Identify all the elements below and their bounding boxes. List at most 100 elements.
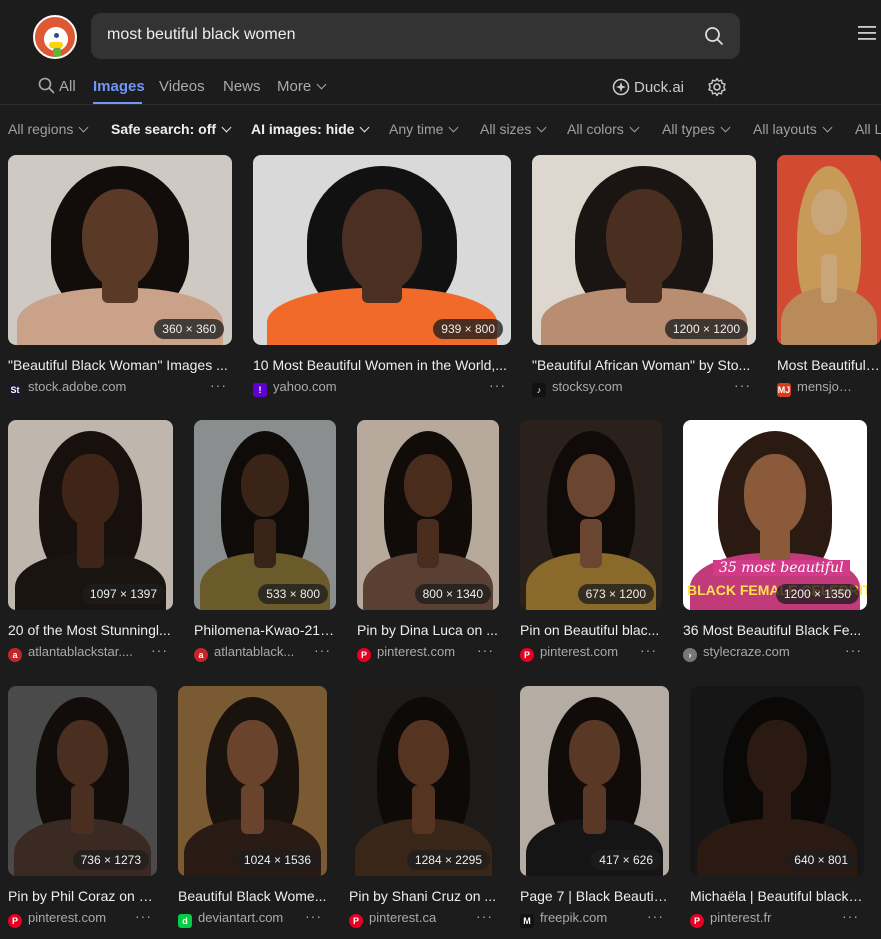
result-title[interactable]: Michaëla | Beautiful black ...	[690, 888, 864, 904]
result-thumbnail[interactable]: 673 × 1200	[520, 420, 662, 610]
result-title[interactable]: 36 Most Beautiful Black Fe...	[683, 622, 867, 638]
result-title[interactable]: "Beautiful Black Woman" Images ...	[8, 357, 232, 373]
result-title[interactable]: Pin on Beautiful blac...	[520, 622, 662, 638]
source-domain: pinterest.com	[540, 644, 619, 659]
image-result-tile[interactable]: 1200 × 1200 "Beautiful African Woman" by …	[532, 155, 756, 401]
image-result-tile[interactable]: Most Beautiful W MJ mensjournal.c	[777, 155, 881, 401]
result-thumbnail[interactable]: 939 × 800	[253, 155, 511, 345]
result-source[interactable]: Ppinterest.ca	[349, 910, 472, 928]
hamburger-menu-icon[interactable]	[858, 26, 876, 40]
result-source[interactable]: ! yahoo.com	[253, 379, 485, 397]
image-result-tile[interactable]: 533 × 800 Philomena-Kwao-21.j... a atlantab…	[194, 420, 336, 666]
portrait-face	[240, 454, 290, 517]
result-source[interactable]: › stylecraze.com	[683, 644, 841, 662]
result-source[interactable]: a atlantablackstar....	[8, 644, 147, 662]
result-title[interactable]: Beautiful Black Wome...	[178, 888, 327, 904]
tab-all[interactable]: All	[59, 78, 76, 95]
filter-time[interactable]: Any time	[389, 121, 459, 137]
result-title[interactable]: Philomena-Kwao-21.j...	[194, 622, 336, 638]
result-thumbnail[interactable]: 1024 × 1536	[178, 686, 327, 876]
image-result-tile[interactable]: 736 × 1273 Pin by Phil Coraz on B... Ppint…	[8, 686, 157, 932]
result-source[interactable]: Ppinterest.fr	[690, 910, 838, 928]
more-options-icon[interactable]: ···	[640, 642, 657, 658]
filter-color[interactable]: All colors	[567, 121, 640, 137]
result-thumbnail[interactable]: 736 × 1273	[8, 686, 157, 876]
filter-size[interactable]: All sizes	[480, 121, 547, 137]
result-title[interactable]: Pin by Phil Coraz on B...	[8, 888, 157, 904]
image-dimensions-badge: 1284 × 2295	[406, 850, 490, 870]
more-options-icon[interactable]: ···	[647, 908, 664, 924]
tab-more[interactable]: More	[277, 78, 327, 95]
result-title[interactable]: 10 Most Beautiful Women in the World,...	[253, 357, 511, 373]
result-title[interactable]: Page 7 | Black Beautif...	[520, 888, 669, 904]
more-options-icon[interactable]: ···	[135, 908, 152, 924]
search-bar[interactable]: most beutiful black women	[91, 13, 740, 59]
more-options-icon[interactable]: ···	[314, 642, 331, 658]
portrait-neck	[582, 784, 607, 835]
more-options-icon[interactable]: ···	[210, 377, 227, 393]
site-favicon-icon: P	[690, 914, 704, 928]
result-thumbnail[interactable]: 800 × 1340	[357, 420, 499, 610]
result-source[interactable]: Ppinterest.com	[357, 644, 473, 662]
image-result-tile[interactable]: 1097 × 1397 20 of the Most Stunningl... a a…	[8, 420, 173, 666]
image-result-tile[interactable]: 1024 × 1536 Beautiful Black Wome... d devia…	[178, 686, 327, 932]
portrait-face	[605, 189, 683, 289]
result-title[interactable]: Pin by Shani Cruz on ...	[349, 888, 498, 904]
result-source[interactable]: Ppinterest.com	[8, 910, 131, 928]
duckai-button[interactable]: Duck.ai	[612, 78, 684, 96]
filter-type[interactable]: All types	[662, 121, 731, 137]
image-result-tile[interactable]: 673 × 1200 Pin on Beautiful blac... Ppinte…	[520, 420, 662, 666]
image-result-tile[interactable]: 35 most beautifulBLACK FEMALE CELEBRITIE…	[683, 420, 867, 666]
image-dimensions-badge: 939 × 800	[433, 319, 503, 339]
filter-license[interactable]: All L	[855, 121, 881, 137]
image-result-tile[interactable]: 360 × 360 "Beautiful Black Woman" Images …	[8, 155, 232, 401]
result-thumbnail[interactable]: 35 most beautifulBLACK FEMALE CELEBRITIE…	[683, 420, 867, 610]
tab-videos[interactable]: Videos	[159, 78, 205, 95]
more-options-icon[interactable]: ···	[476, 908, 493, 924]
more-options-icon[interactable]: ···	[305, 908, 322, 924]
filter-size-label: All sizes	[480, 121, 532, 137]
more-options-icon[interactable]: ···	[477, 642, 494, 658]
result-title[interactable]: "Beautiful African Woman" by Sto...	[532, 357, 756, 373]
image-result-tile[interactable]: 939 × 800 10 Most Beautiful Women in the …	[253, 155, 511, 401]
tab-images[interactable]: Images	[93, 78, 145, 95]
image-result-tile[interactable]: 1284 × 2295 Pin by Shani Cruz on ... Ppint…	[349, 686, 498, 932]
filter-ai-images[interactable]: AI images: hide	[251, 121, 370, 137]
more-options-icon[interactable]: ···	[489, 377, 506, 393]
result-source[interactable]: St stock.adobe.com	[8, 379, 206, 397]
result-thumbnail[interactable]: 533 × 800	[194, 420, 336, 610]
filter-region[interactable]: All regions	[8, 121, 89, 137]
result-thumbnail[interactable]: 1097 × 1397	[8, 420, 173, 610]
more-options-icon[interactable]: ···	[734, 377, 751, 393]
site-favicon-icon: ›	[683, 648, 697, 662]
result-source[interactable]: a atlantablack...	[194, 644, 310, 662]
result-source[interactable]: d deviantart.com	[178, 910, 301, 928]
filter-layout[interactable]: All layouts	[753, 121, 833, 137]
tab-more-label: More	[277, 78, 312, 95]
result-title[interactable]: Most Beautiful W	[777, 357, 881, 373]
result-thumbnail[interactable]: 1200 × 1200	[532, 155, 756, 345]
filter-safe-search[interactable]: Safe search: off	[111, 121, 232, 137]
search-icon[interactable]	[704, 26, 724, 46]
more-options-icon[interactable]: ···	[845, 642, 862, 658]
image-result-tile[interactable]: 800 × 1340 Pin by Dina Luca on ... Ppinter…	[357, 420, 499, 666]
result-thumbnail[interactable]: 1284 × 2295	[349, 686, 498, 876]
image-result-tile[interactable]: 640 × 801 Michaëla | Beautiful black ... P…	[690, 686, 864, 932]
more-options-icon[interactable]: ···	[842, 908, 859, 924]
tab-news[interactable]: News	[223, 78, 261, 95]
result-source[interactable]: Mfreepik.com	[520, 910, 643, 928]
settings-gear-icon[interactable]	[707, 77, 727, 97]
result-thumbnail[interactable]: 640 × 801	[690, 686, 864, 876]
more-options-icon[interactable]: ···	[151, 642, 168, 658]
result-source[interactable]: MJ mensjournal.c	[777, 379, 855, 397]
result-title[interactable]: Pin by Dina Luca on ...	[357, 622, 499, 638]
result-thumbnail[interactable]: 417 × 626	[520, 686, 669, 876]
image-result-tile[interactable]: 417 × 626 Page 7 | Black Beautif... Mfreep…	[520, 686, 669, 932]
search-input[interactable]: most beutiful black women	[107, 26, 296, 44]
result-thumbnail[interactable]	[777, 155, 881, 345]
duckduckgo-logo[interactable]	[33, 15, 77, 59]
result-source[interactable]: ♪ stocksy.com	[532, 379, 730, 397]
result-source[interactable]: Ppinterest.com	[520, 644, 636, 662]
result-thumbnail[interactable]: 360 × 360	[8, 155, 232, 345]
result-title[interactable]: 20 of the Most Stunningl...	[8, 622, 173, 638]
